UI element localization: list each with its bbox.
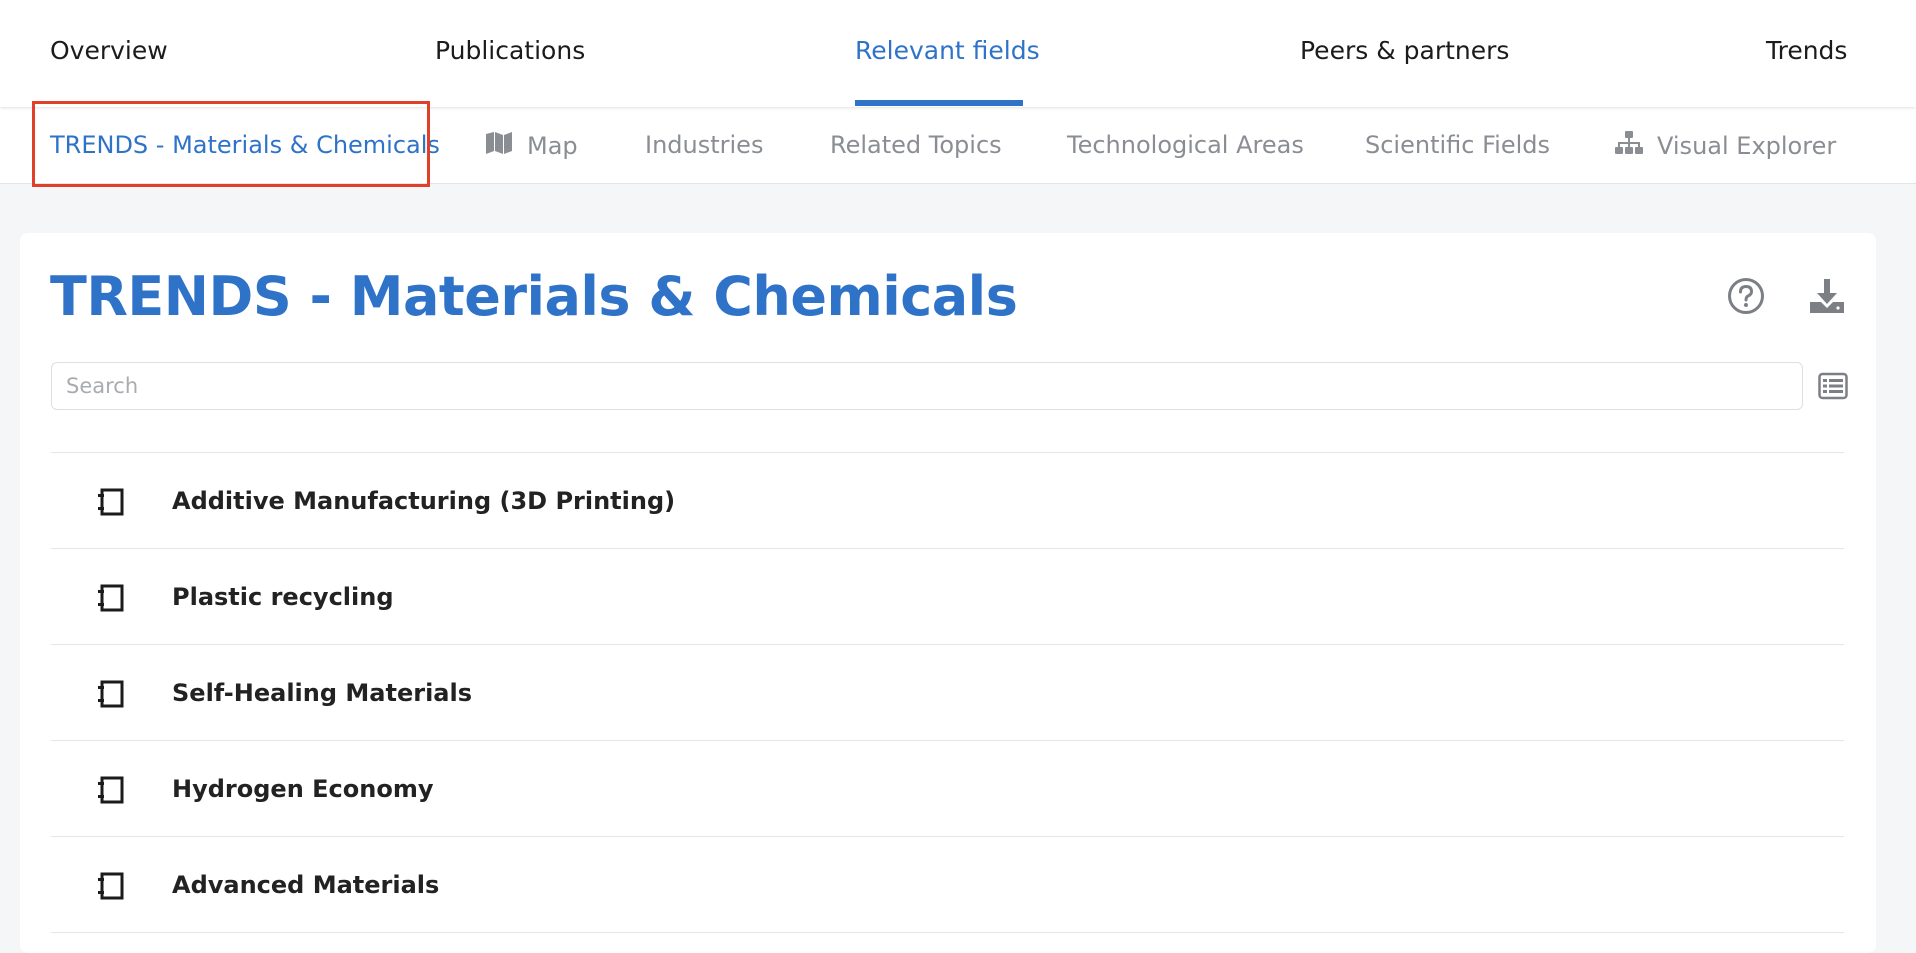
list-item-label: Hydrogen Economy xyxy=(172,775,434,803)
subtab-label: Related Topics xyxy=(830,131,1002,159)
tab-publications[interactable]: Publications xyxy=(435,36,585,65)
list-item[interactable]: Self-Healing Materials xyxy=(51,645,1844,741)
active-tab-indicator xyxy=(855,100,1023,106)
tab-trends[interactable]: Trends xyxy=(1766,36,1847,65)
list-item-label: Additive Manufacturing (3D Printing) xyxy=(172,487,676,515)
subtab-label: Technological Areas xyxy=(1067,131,1304,159)
tab-relevant-fields[interactable]: Relevant fields xyxy=(855,36,1040,65)
sitemap-icon xyxy=(1615,131,1643,161)
help-button[interactable] xyxy=(1726,276,1766,316)
book-icon xyxy=(97,680,125,708)
subtab-label: Industries xyxy=(645,131,764,159)
list-view-icon xyxy=(1818,372,1848,400)
list-item-label: Plastic recycling xyxy=(172,583,394,611)
tab-overview[interactable]: Overview xyxy=(50,36,168,65)
subtab-label: TRENDS - Materials & Chemicals xyxy=(50,131,440,159)
list-item[interactable]: Plastic recycling xyxy=(51,549,1844,645)
subtab-map[interactable]: Map xyxy=(485,131,578,161)
subtab-technological-areas[interactable]: Technological Areas xyxy=(1067,131,1304,159)
trends-list: Additive Manufacturing (3D Printing) Pla… xyxy=(51,452,1844,933)
list-item[interactable]: Additive Manufacturing (3D Printing) xyxy=(51,453,1844,549)
top-navigation: Overview Publications Relevant fields Pe… xyxy=(0,0,1916,107)
subtab-visual-explorer[interactable]: Visual Explorer xyxy=(1615,131,1836,161)
download-icon xyxy=(1810,279,1844,313)
list-view-toggle[interactable] xyxy=(1818,372,1848,400)
book-icon xyxy=(97,872,125,900)
subtab-trends-materials-chemicals[interactable]: TRENDS - Materials & Chemicals xyxy=(50,131,440,159)
subtab-scientific-fields[interactable]: Scientific Fields xyxy=(1365,131,1550,159)
book-icon xyxy=(97,776,125,804)
subtab-related-topics[interactable]: Related Topics xyxy=(830,131,1002,159)
download-button[interactable] xyxy=(1807,276,1847,316)
book-icon xyxy=(97,488,125,516)
sub-navigation: TRENDS - Materials & Chemicals Map Indus… xyxy=(0,107,1916,184)
tab-peers-partners[interactable]: Peers & partners xyxy=(1300,36,1509,65)
subtab-label: Scientific Fields xyxy=(1365,131,1550,159)
list-item-label: Self-Healing Materials xyxy=(172,679,472,707)
subtab-industries[interactable]: Industries xyxy=(645,131,763,159)
page-title: TRENDS - Materials & Chemicals xyxy=(50,265,1018,328)
subtab-label: Map xyxy=(527,132,578,160)
map-icon xyxy=(485,131,513,161)
search-input[interactable] xyxy=(51,362,1803,410)
list-item[interactable]: Advanced Materials xyxy=(51,837,1844,933)
list-item[interactable]: Hydrogen Economy xyxy=(51,741,1844,837)
book-icon xyxy=(97,584,125,612)
main-card: TRENDS - Materials & Chemicals Search Ad… xyxy=(20,233,1876,953)
question-circle-icon xyxy=(1728,278,1764,314)
subtab-label: Visual Explorer xyxy=(1657,132,1837,160)
list-item-label: Advanced Materials xyxy=(172,871,440,899)
